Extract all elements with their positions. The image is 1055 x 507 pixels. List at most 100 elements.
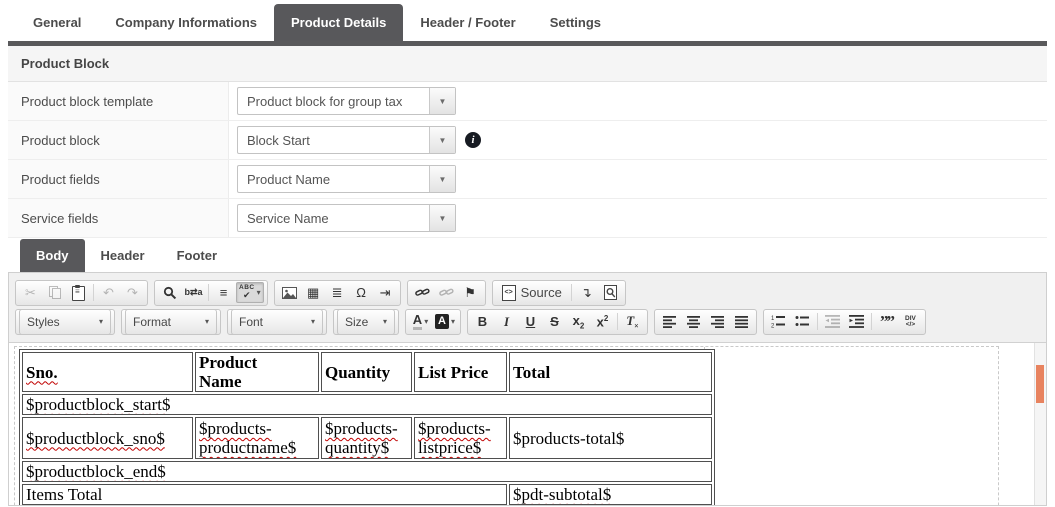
- replace-icon[interactable]: b⇄a: [182, 282, 205, 303]
- link-icon[interactable]: [411, 282, 434, 303]
- content-cell[interactable]: $products-total$: [509, 417, 712, 459]
- tab-header[interactable]: Header: [85, 239, 161, 272]
- field-label: Product block template: [8, 82, 229, 120]
- editor-content-area[interactable]: Sno.Product NameQuantityList PriceTotal$…: [9, 343, 1046, 505]
- div-container-icon[interactable]: DIV</>: [899, 311, 922, 332]
- find-icon[interactable]: [158, 282, 181, 303]
- anchor-icon[interactable]: ⚑: [459, 282, 482, 303]
- toolbar-separator: [571, 284, 572, 301]
- remove-format-icon[interactable]: T×: [621, 311, 644, 332]
- content-cell[interactable]: $pdt-subtotal$: [509, 484, 712, 505]
- blockquote-icon[interactable]: ””: [875, 311, 898, 332]
- image-icon[interactable]: [278, 282, 301, 303]
- info-icon[interactable]: i: [465, 132, 481, 148]
- tab-footer[interactable]: Footer: [161, 239, 233, 272]
- editor-tabbar: Body Header Footer: [8, 238, 1047, 272]
- header-cell[interactable]: Sno.: [22, 352, 193, 392]
- font-combo[interactable]: Font▾: [231, 309, 323, 335]
- special-character-icon[interactable]: Ω: [350, 282, 373, 303]
- select-arrow-icon[interactable]: ▼: [429, 127, 455, 153]
- form-row-product-block-template: Product block template Product block for…: [8, 82, 1047, 121]
- layout-table-right-cell[interactable]: [705, 347, 998, 505]
- select-value: Product block for group tax: [238, 88, 429, 114]
- select-product-block-template[interactable]: Product block for group tax ▼: [237, 87, 456, 115]
- content-cell[interactable]: $products-listprice$: [414, 417, 507, 459]
- editor-content-table[interactable]: Sno.Product NameQuantityList PriceTotal$…: [19, 349, 715, 505]
- tab-body[interactable]: Body: [20, 239, 85, 272]
- toolbar-group: Format▾: [121, 309, 221, 335]
- tab-product-details[interactable]: Product Details: [274, 4, 403, 41]
- header-cell[interactable]: List Price: [414, 352, 507, 392]
- toolbar-group: ▦≣Ω⇥: [274, 280, 401, 306]
- table-row: $productblock_end$: [22, 461, 712, 482]
- underline-icon[interactable]: U: [519, 311, 542, 332]
- align-left-icon[interactable]: [658, 311, 681, 332]
- toolbar-group: Styles▾: [15, 309, 115, 335]
- editor-toolbar: ✂↶↷ b⇄a ≡ABC✔▾ ▦≣Ω⇥ ⚑ <>Source ↴ Styles▾ Format…: [9, 273, 1046, 343]
- spellcheck-icon[interactable]: ABC✔▾: [236, 282, 264, 303]
- page-break-icon[interactable]: ⇥: [374, 282, 397, 303]
- strikethrough-icon[interactable]: S: [543, 311, 566, 332]
- header-cell[interactable]: Total: [509, 352, 712, 392]
- select-arrow-icon[interactable]: ▼: [429, 205, 455, 231]
- toolbar-group: <>Source ↴: [492, 280, 626, 306]
- toolbar-group: 12 ””DIV</>: [763, 309, 926, 335]
- table-icon[interactable]: ▦: [302, 282, 325, 303]
- toolbar-group: [654, 309, 757, 335]
- styles-combo[interactable]: Styles▾: [19, 309, 111, 335]
- select-product-block[interactable]: Block Start ▼: [237, 126, 456, 154]
- content-cell[interactable]: Items Total: [22, 484, 507, 505]
- content-cell[interactable]: $productblock_end$: [22, 461, 712, 482]
- select-arrow-icon[interactable]: ▼: [429, 166, 455, 192]
- content-cell[interactable]: $products-productname$: [195, 417, 319, 459]
- select-all-icon[interactable]: ≡: [212, 282, 235, 303]
- subscript-icon[interactable]: x2: [567, 311, 590, 332]
- align-justify-icon[interactable]: [730, 311, 753, 332]
- templates-icon[interactable]: ↴: [575, 282, 598, 303]
- table-row: Items Total$pdt-subtotal$: [22, 484, 712, 505]
- superscript-icon[interactable]: x2: [591, 311, 614, 332]
- product-details-page: General Company Informations Product Det…: [0, 0, 1055, 506]
- editor-canvas[interactable]: Sno.Product NameQuantityList PriceTotal$…: [9, 343, 1046, 505]
- toolbar-group: Font▾: [227, 309, 327, 335]
- select-service-fields[interactable]: Service Name ▼: [237, 204, 456, 232]
- background-color-icon[interactable]: A▾: [433, 311, 457, 332]
- tab-company-informations[interactable]: Company Informations: [98, 4, 274, 41]
- paste-icon[interactable]: [67, 282, 90, 303]
- header-cell[interactable]: Quantity: [321, 352, 412, 392]
- content-cell[interactable]: $productblock_sno$: [22, 417, 193, 459]
- select-arrow-icon[interactable]: ▼: [429, 88, 455, 114]
- indent-icon[interactable]: [845, 311, 868, 332]
- format-combo[interactable]: Format▾: [125, 309, 217, 335]
- size-combo[interactable]: Size▾: [337, 309, 395, 335]
- layout-table-dashed: Sno.Product NameQuantityList PriceTotal$…: [14, 346, 999, 505]
- field-label: Service fields: [8, 199, 229, 237]
- bullet-list-icon[interactable]: [791, 311, 814, 332]
- horizontal-line-icon[interactable]: ≣: [326, 282, 349, 303]
- header-cell[interactable]: Product Name: [195, 352, 319, 392]
- tab-general[interactable]: General: [16, 4, 98, 41]
- layout-table-left-cell: Sno.Product NameQuantityList PriceTotal$…: [15, 347, 705, 505]
- align-right-icon[interactable]: [706, 311, 729, 332]
- source-button[interactable]: <>Source: [496, 282, 568, 303]
- toolbar-separator: [208, 284, 209, 301]
- text-color-icon[interactable]: A▾: [409, 311, 432, 332]
- align-center-icon[interactable]: [682, 311, 705, 332]
- toolbar-row-1: ✂↶↷ b⇄a ≡ABC✔▾ ▦≣Ω⇥ ⚑ <>Source ↴: [15, 279, 1040, 306]
- scrollbar-thumb[interactable]: [1036, 365, 1044, 403]
- select-product-fields[interactable]: Product Name ▼: [237, 165, 456, 193]
- content-cell[interactable]: $productblock_start$: [22, 394, 712, 415]
- content-cell[interactable]: $products-quantity$: [321, 417, 412, 459]
- bold-icon[interactable]: B: [471, 311, 494, 332]
- numbered-list-icon[interactable]: 12: [767, 311, 790, 332]
- toolbar-group: ✂↶↷: [15, 280, 148, 306]
- tab-settings[interactable]: Settings: [533, 4, 618, 41]
- tab-header-footer[interactable]: Header / Footer: [403, 4, 532, 41]
- table-row: $productblock_start$: [22, 394, 712, 415]
- preview-icon[interactable]: [599, 282, 622, 303]
- editor-scrollbar[interactable]: [1034, 343, 1046, 505]
- toolbar-row-2: Styles▾ Format▾ Font▾ Size▾ A▾A▾ BIUSx2x2 T× 12…: [15, 308, 1040, 335]
- main-tabbar: General Company Informations Product Det…: [8, 0, 1047, 41]
- undo-icon: ↶: [97, 282, 120, 303]
- italic-icon[interactable]: I: [495, 311, 518, 332]
